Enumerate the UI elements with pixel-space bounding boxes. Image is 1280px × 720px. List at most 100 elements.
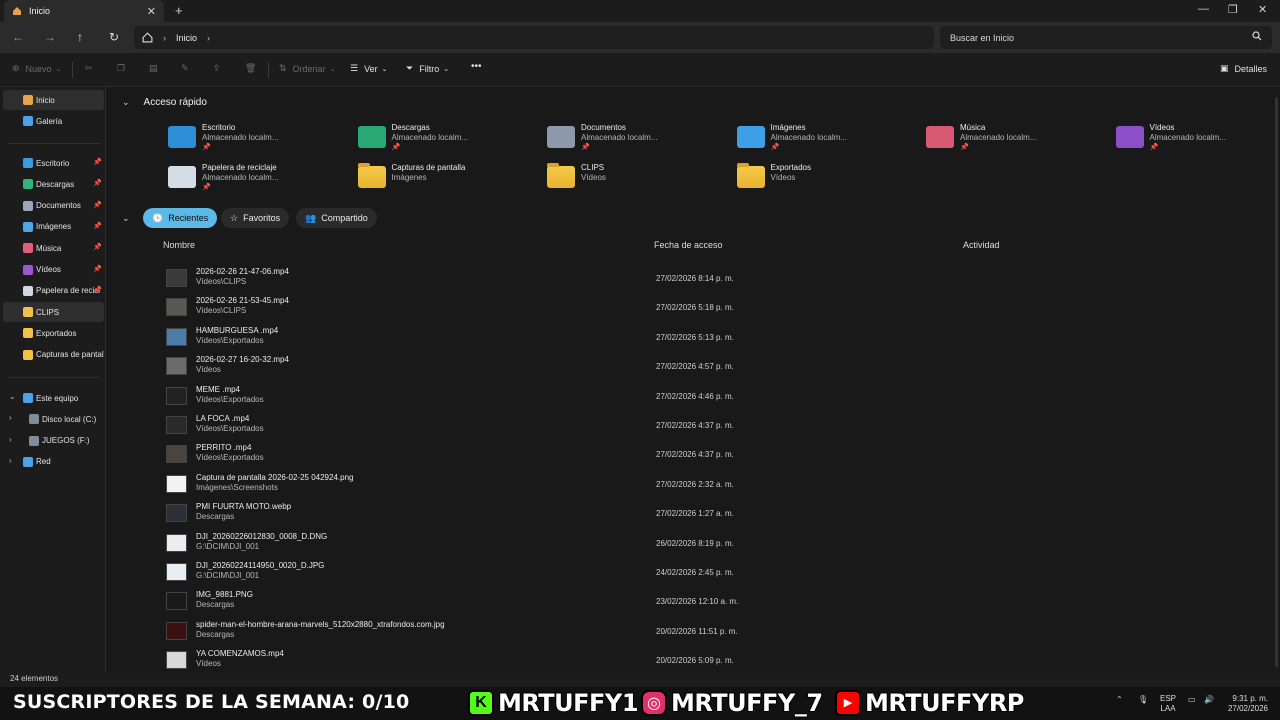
clock[interactable]: 9:31 p. m. 27/02/2026 (1222, 694, 1268, 714)
new-tab-button[interactable]: + (175, 3, 183, 18)
column-activity[interactable]: Actividad (963, 240, 1000, 250)
close-tab-button[interactable]: ✕ (147, 5, 156, 18)
documents-icon (547, 126, 575, 148)
file-row[interactable]: 2026-02-26 21-47-06.mp4 Vídeos\CLIPS 27/02… (162, 264, 1262, 293)
sidebar-item-este-equipo[interactable]: ⌄ Este equipo (3, 388, 104, 408)
pin-icon: 📌 (93, 244, 102, 252)
expand-chevron-icon[interactable]: › (9, 435, 12, 444)
expand-chevron-icon[interactable]: ⌄ (9, 392, 16, 401)
language-indicator[interactable]: ESP LAA (1160, 694, 1176, 714)
sidebar-item-escritorio[interactable]: Escritorio 📌 (3, 153, 104, 173)
close-window-button[interactable]: ✕ (1258, 3, 1267, 16)
network-icon[interactable]: ▭ (1188, 695, 1196, 704)
chevron-down-icon[interactable]: ⌄ (122, 213, 144, 224)
volume-icon[interactable]: 🔊 (1204, 695, 1214, 704)
quick-access-item[interactable]: CLIPS Vídeos (543, 160, 728, 198)
maximize-button[interactable]: ❐ (1228, 3, 1238, 16)
sidebar-item-disco-local-c-[interactable]: › Disco local (C:) (3, 409, 104, 429)
details-button[interactable]: ▣ Detalles (1220, 63, 1267, 74)
sidebar-item-vídeos[interactable]: Vídeos 📌 (3, 260, 104, 280)
sidebar-item-clips[interactable]: CLIPS (3, 302, 104, 322)
file-access-date: 27/02/2026 4:46 p. m. (656, 391, 734, 401)
microphone-icon[interactable]: 🎙 (1138, 695, 1148, 704)
quick-access-item[interactable]: Documentos Almacenado localm... 📌 (543, 120, 728, 158)
tab-recientes[interactable]: 🕓 Recientes (143, 208, 218, 228)
share-icon[interactable]: ⇪ (213, 63, 221, 74)
sidebar-item-galería[interactable]: Galería (3, 111, 104, 131)
file-row[interactable]: PERRITO .mp4 Vídeos\Exportados 27/02/2026 … (162, 440, 1262, 469)
sidebar-item-imágenes[interactable]: Imágenes 📌 (3, 217, 104, 237)
sidebar-item-exportados[interactable]: Exportados (3, 323, 104, 343)
expand-chevron-icon[interactable]: › (9, 413, 12, 422)
more-options-icon[interactable]: ••• (471, 61, 482, 72)
sidebar-item-juegos-f-[interactable]: › JUEGOS (F:) (3, 431, 104, 451)
network-icon (23, 456, 33, 467)
quick-access-location: Almacenado localm... (770, 133, 847, 142)
column-date[interactable]: Fecha de acceso (654, 240, 723, 250)
sidebar-item-inicio[interactable]: Inicio (3, 90, 104, 110)
instagram-handle: ◎ MRTUFFY_7 (641, 687, 824, 718)
sidebar-item-capturas-de-pantall[interactable]: Capturas de pantall (3, 345, 104, 365)
minimize-button[interactable]: — (1198, 3, 1209, 15)
sort-button[interactable]: ⇅ Ordenar ⌄ (279, 63, 335, 74)
rename-icon[interactable]: ✎ (181, 63, 189, 74)
file-row[interactable]: DJI_20260224114950_0020_D.JPG G:\DCIM\DJI… (162, 558, 1262, 587)
address-bar[interactable]: › Inicio › (134, 26, 934, 49)
filter-label: Filtro (419, 63, 440, 74)
file-row[interactable]: LA FOCA .mp4 Vídeos\Exportados 27/02/2026 … (162, 411, 1262, 440)
sidebar-item-música[interactable]: Música 📌 (3, 238, 104, 258)
paste-icon[interactable]: ▤ (149, 63, 158, 74)
breadcrumb-inicio[interactable]: Inicio (176, 33, 197, 43)
file-row[interactable]: HAMBURGUESA .mp4 Vídeos\Exportados 27/02/2… (162, 323, 1262, 352)
quick-access-item[interactable]: Vídeos Almacenado localm... 📌 (1112, 120, 1280, 158)
quick-access-item[interactable]: Capturas de pantalla Imágenes (354, 160, 539, 198)
up-arrow-icon[interactable]: ↑ (77, 30, 83, 44)
sidebar-item-red[interactable]: › Red (3, 452, 104, 472)
quick-access-item[interactable]: Música Almacenado localm... 📌 (922, 120, 1107, 158)
address-row: ← → ↑ ↻ › Inicio › Buscar en Inicio (0, 22, 1280, 53)
quick-access-item[interactable]: Imágenes Almacenado localm... 📌 (733, 120, 918, 158)
sidebar-item-documentos[interactable]: Documentos 📌 (3, 196, 104, 216)
file-location: G:\DCIM\DJI_001 (196, 541, 260, 551)
file-row[interactable]: 2026-02-27 16-20-32.mp4 Vídeos 27/02/2026 … (162, 352, 1262, 381)
search-input[interactable]: Buscar en Inicio (940, 26, 1272, 49)
tray-chevron-up-icon[interactable]: ⌃ (1116, 695, 1123, 704)
file-row[interactable]: PMI FUURTA MOTO.webp Descargas 27/02/2026 … (162, 499, 1262, 528)
breadcrumb-chevron[interactable]: › (207, 33, 210, 43)
forward-arrow-icon[interactable]: → (44, 30, 56, 44)
quick-access-header[interactable]: ⌄ Acceso rápido (122, 97, 207, 108)
back-arrow-icon[interactable]: ← (12, 30, 24, 44)
sort-label: Ordenar (292, 63, 326, 74)
file-row[interactable]: YA COMENZAMOS.mp4 Vídeos 20/02/2026 5:09 p… (162, 646, 1262, 675)
plus-circle-icon: ⊕ (12, 63, 20, 73)
column-name[interactable]: Nombre (163, 240, 195, 250)
tab-compartido[interactable]: 👥 Compartido (296, 208, 377, 228)
main-content: ⌄ Acceso rápido Escritorio Almacenado loc… (106, 87, 1280, 672)
file-row[interactable]: 2026-02-26 21-53-45.mp4 Vídeos\CLIPS 27/02… (162, 293, 1262, 322)
view-button[interactable]: ☰ Ver ⌄ (350, 63, 387, 74)
quick-access-item[interactable]: Escritorio Almacenado localm... 📌 (164, 120, 349, 158)
file-name: spider-man-el-hombre-arana-marvels_5120x… (196, 619, 445, 629)
expand-chevron-icon[interactable]: › (9, 456, 12, 465)
file-row[interactable]: MEME .mp4 Vídeos\Exportados 27/02/2026 4:4… (162, 382, 1262, 411)
sidebar-item-descargas[interactable]: Descargas 📌 (3, 174, 104, 194)
sidebar-item-papelera-de-recicl[interactable]: Papelera de recicl 📌 (3, 281, 104, 301)
new-button[interactable]: ⊕ Nuevo ⌄ (12, 63, 61, 74)
filter-button[interactable]: ⏷ Filtro ⌄ (406, 63, 449, 74)
quick-access-item[interactable]: Descargas Almacenado localm... 📌 (354, 120, 539, 158)
tab-inicio[interactable]: Inicio ✕ (4, 0, 164, 22)
file-row[interactable]: DJI_20260226012830_0008_D.DNG G:\DCIM\DJI… (162, 529, 1262, 558)
delete-icon[interactable]: 🗑 (245, 63, 256, 74)
copy-icon[interactable]: ❐ (117, 63, 125, 74)
refresh-icon[interactable]: ↻ (109, 30, 119, 44)
file-row[interactable]: Captura de pantalla 2026-02-25 042924.pn… (162, 470, 1262, 499)
cut-icon[interactable]: ✂ (85, 63, 93, 74)
file-row[interactable]: IMG_9881.PNG Descargas 23/02/2026 12:10 a.… (162, 587, 1262, 616)
file-access-date: 27/02/2026 8:14 p. m. (656, 274, 734, 283)
quick-access-item[interactable]: Exportados Vídeos (733, 160, 918, 198)
quick-access-item[interactable]: Papelera de reciclaje Almacenado localm..… (164, 160, 349, 198)
quick-access-name: Imágenes (770, 123, 806, 132)
tab-favoritos[interactable]: ☆ Favoritos (221, 208, 290, 228)
file-row[interactable]: spider-man-el-hombre-arana-marvels_5120x… (162, 617, 1262, 646)
scrollbar[interactable] (1275, 97, 1278, 667)
